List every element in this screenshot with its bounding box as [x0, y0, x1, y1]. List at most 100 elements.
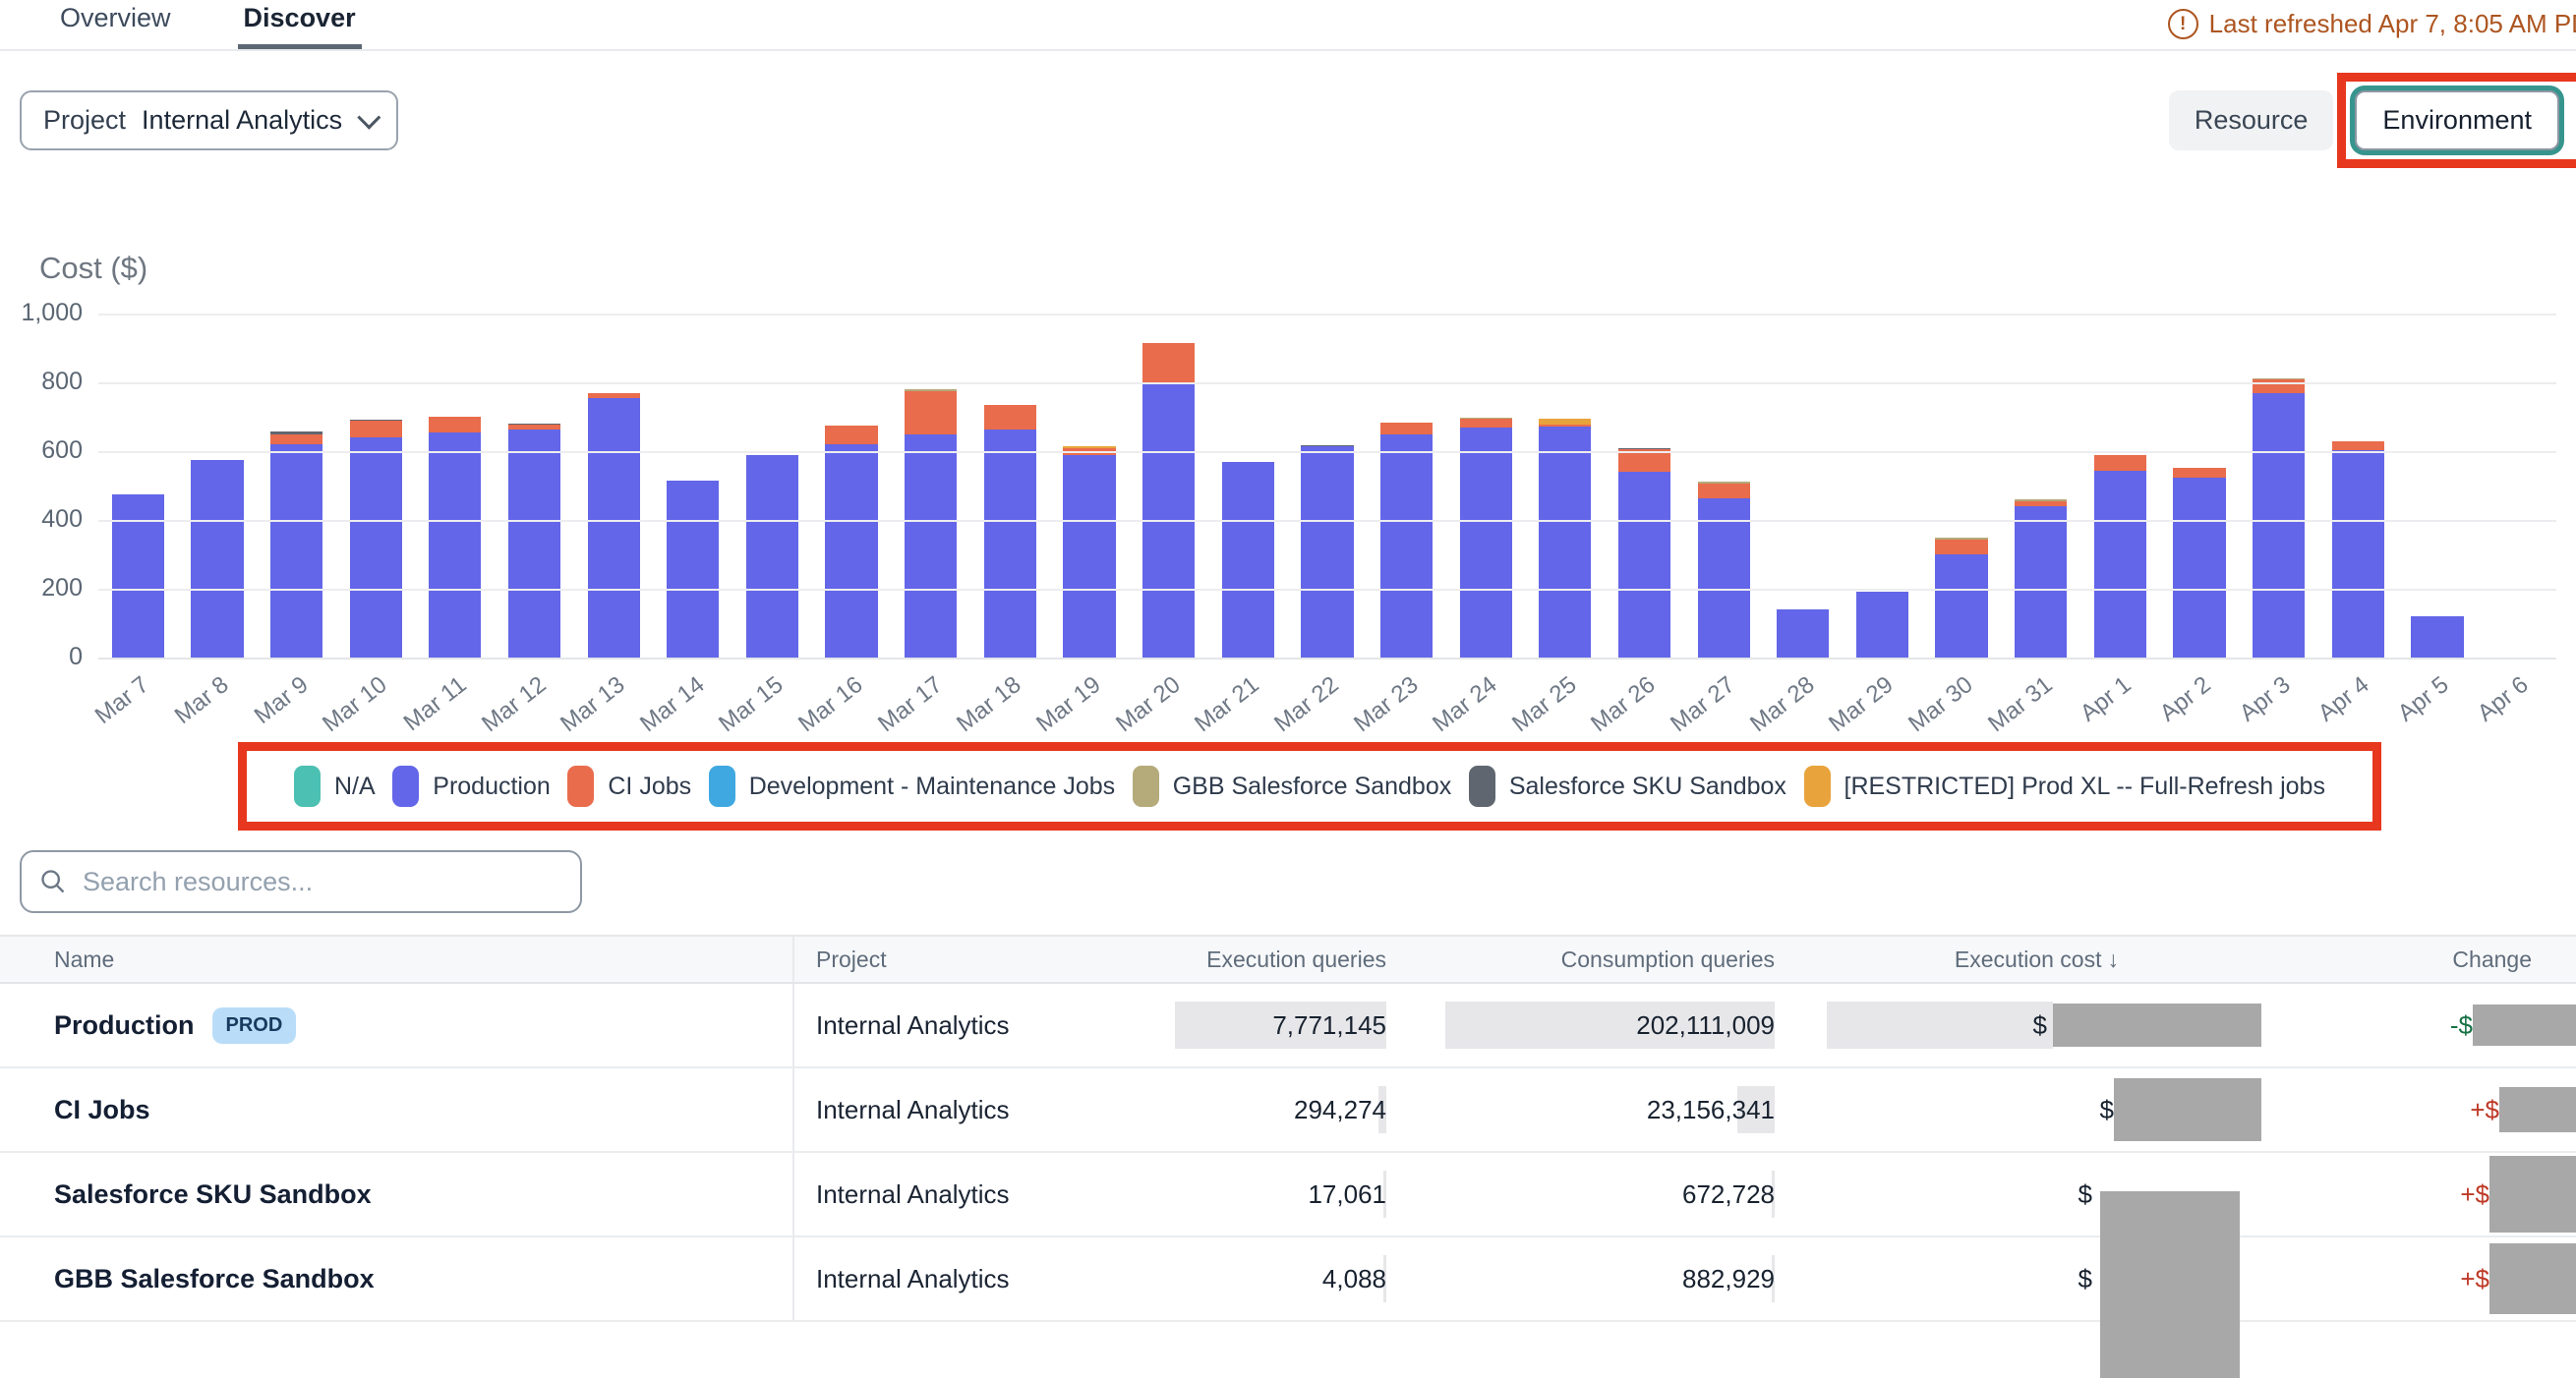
tab-overview[interactable]: Overview [54, 0, 177, 49]
group-by-resource-button[interactable]: Resource [2169, 90, 2334, 150]
bar-segment[interactable] [1856, 592, 1908, 660]
bar-column-mar-13[interactable] [574, 316, 654, 660]
table-row[interactable]: CI JobsInternal Analytics294,27423,156,3… [0, 1068, 2576, 1153]
legend-item[interactable]: Production [392, 766, 551, 807]
bar-column-mar-16[interactable] [812, 316, 892, 660]
bar-column-mar-26[interactable] [1605, 316, 1684, 660]
bar-column-mar-24[interactable] [1446, 316, 1526, 660]
consumption-queries-cell-value: 23,156,341 [1647, 1095, 1775, 1124]
bar-segment[interactable] [1539, 427, 1591, 660]
bar-column-mar-22[interactable] [1288, 316, 1368, 660]
column-header-consumption-queries[interactable]: Consumption queries [1396, 947, 1785, 973]
bar-segment[interactable] [350, 437, 402, 660]
bar-segment[interactable] [429, 417, 481, 432]
bar-segment[interactable] [429, 432, 481, 660]
bar-segment[interactable] [588, 398, 640, 660]
bar-column-mar-8[interactable] [178, 316, 258, 660]
bar-segment[interactable] [2332, 450, 2384, 660]
bar-segment[interactable] [1935, 540, 1987, 554]
legend-swatch [392, 766, 419, 807]
project-filter-dropdown[interactable]: Project Internal Analytics [20, 90, 398, 150]
bar-segment[interactable] [1063, 455, 1115, 660]
bar-segment[interactable] [984, 405, 1036, 430]
bar-segment[interactable] [2094, 471, 2146, 660]
bar-segment[interactable] [1222, 462, 1274, 660]
bar-segment[interactable] [270, 434, 322, 445]
legend-item[interactable]: GBB Salesforce Sandbox [1133, 766, 1452, 807]
bar-segment[interactable] [905, 391, 957, 434]
bar-segment[interactable] [984, 430, 1036, 660]
bar-segment[interactable] [667, 481, 719, 660]
bar-column-mar-20[interactable] [1129, 316, 1208, 660]
bar-column-mar-7[interactable] [98, 316, 178, 660]
bar-segment[interactable] [825, 444, 877, 660]
currency-prefix: $ [2078, 1264, 2092, 1294]
bar-column-mar-18[interactable] [970, 316, 1050, 660]
bar-segment[interactable] [2411, 616, 2463, 660]
bar-column-mar-14[interactable] [653, 316, 732, 660]
table-row[interactable]: ProductionPRODInternal Analytics7,771,14… [0, 984, 2576, 1068]
bar-segment[interactable] [2332, 441, 2384, 450]
bar-segment[interactable] [2173, 468, 2225, 477]
bar-segment[interactable] [2173, 478, 2225, 660]
bar-column-apr-6[interactable] [2477, 316, 2556, 660]
search-input[interactable] [81, 866, 562, 898]
bar-segment[interactable] [1142, 384, 1195, 660]
bar-segment[interactable] [2015, 506, 2067, 660]
bar-segment[interactable] [191, 460, 243, 660]
legend-item[interactable]: Salesforce SKU Sandbox [1469, 766, 1786, 807]
group-by-environment-button[interactable]: Environment [2355, 90, 2559, 150]
bar-column-apr-4[interactable] [2318, 316, 2398, 660]
bar-column-mar-21[interactable] [1208, 316, 1288, 660]
bar-column-mar-28[interactable] [1763, 316, 1843, 660]
bar-column-mar-11[interactable] [416, 316, 496, 660]
tab-discover[interactable]: Discover [238, 0, 362, 49]
table-row[interactable]: Salesforce SKU SandboxInternal Analytics… [0, 1153, 2576, 1237]
bar-segment[interactable] [1301, 446, 1353, 660]
bar-segment[interactable] [350, 421, 402, 437]
bar-segment[interactable] [905, 434, 957, 660]
bar-segment[interactable] [270, 444, 322, 660]
bar-column-apr-5[interactable] [2398, 316, 2478, 660]
bar-segment[interactable] [1698, 484, 1750, 498]
bar-segment[interactable] [746, 455, 798, 660]
bar-segment[interactable] [2094, 455, 2146, 471]
bar-column-mar-17[interactable] [891, 316, 970, 660]
column-header-execution-cost[interactable]: Execution cost↓ [1785, 947, 2291, 973]
legend-item[interactable]: Development - Maintenance Jobs [709, 766, 1115, 807]
bar-segment[interactable] [1380, 434, 1433, 660]
bar-column-apr-1[interactable] [2080, 316, 2160, 660]
bar-column-apr-2[interactable] [2160, 316, 2240, 660]
bar-column-mar-19[interactable] [1050, 316, 1130, 660]
bar-column-mar-9[interactable] [257, 316, 336, 660]
bar-segment[interactable] [1935, 554, 1987, 660]
bar-segment[interactable] [1460, 428, 1512, 660]
column-header-execution-queries[interactable]: Execution queries [1042, 947, 1396, 973]
column-header-change[interactable]: Change [2291, 947, 2576, 973]
last-refreshed-text: Last refreshed Apr 7, 8:05 AM PD [2209, 9, 2576, 39]
bar-segment[interactable] [825, 426, 877, 444]
bar-column-mar-10[interactable] [336, 316, 416, 660]
bar-column-mar-29[interactable] [1843, 316, 1922, 660]
bar-segment[interactable] [1698, 498, 1750, 660]
bar-column-mar-27[interactable] [1684, 316, 1764, 660]
bar-segment[interactable] [1460, 419, 1512, 428]
legend-item[interactable]: [RESTRICTED] Prod XL -- Full-Refresh job… [1804, 766, 2325, 807]
bar-column-mar-30[interactable] [1922, 316, 2002, 660]
bar-column-mar-15[interactable] [732, 316, 812, 660]
column-header-name[interactable]: Name [0, 937, 794, 982]
bar-segment[interactable] [1142, 343, 1195, 384]
legend-item[interactable]: CI Jobs [567, 766, 691, 807]
bar-column-apr-3[interactable] [2239, 316, 2318, 660]
bar-segment[interactable] [1777, 609, 1829, 660]
bar-segment[interactable] [1618, 472, 1670, 660]
column-header-project[interactable]: Project [794, 947, 1042, 973]
bar-segment[interactable] [2253, 393, 2305, 660]
bar-column-mar-31[interactable] [2001, 316, 2080, 660]
bar-segment[interactable] [508, 430, 560, 660]
bar-column-mar-25[interactable] [1526, 316, 1606, 660]
bar-column-mar-23[interactable] [1367, 316, 1446, 660]
legend-item[interactable]: N/A [294, 766, 376, 807]
bar-segment[interactable] [1380, 423, 1433, 434]
bar-column-mar-12[interactable] [495, 316, 574, 660]
